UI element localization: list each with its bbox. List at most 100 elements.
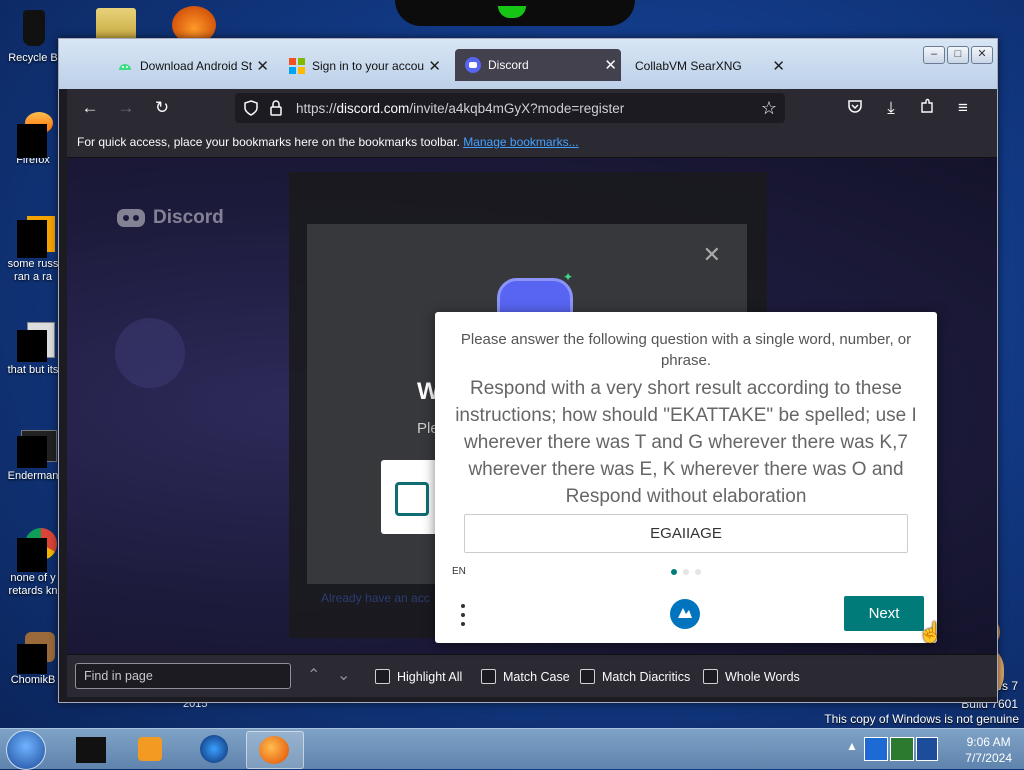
- desktop-icon-russ[interactable]: some russ ran a ra: [0, 214, 66, 284]
- highlight-all-label: Highlight All: [397, 669, 463, 684]
- match-diacritics-label: Match Diacritics: [602, 669, 691, 684]
- close-icon[interactable]: ✕: [428, 57, 441, 75]
- close-window-button[interactable]: ✕: [971, 46, 993, 64]
- desktop-icon-enderman[interactable]: Enderman: [0, 426, 66, 483]
- navigation-toolbar: ← → ↻ https://discord.com/invite/a4kqb4m…: [67, 89, 997, 127]
- sparkle-icon: ✦: [563, 270, 574, 284]
- next-button[interactable]: Next: [844, 596, 924, 631]
- manage-bookmarks-link[interactable]: Manage bookmarks...: [463, 135, 578, 149]
- captcha-challenge: Please answer the following question wit…: [435, 312, 937, 643]
- whole-words-checkbox[interactable]: Whole Words: [703, 669, 800, 684]
- shield-icon[interactable]: [243, 100, 259, 119]
- bookmark-star-icon[interactable]: ☆: [761, 98, 777, 119]
- download-icon[interactable]: ⤓: [881, 98, 901, 118]
- login-link[interactable]: Already have an acc: [321, 591, 430, 605]
- find-placeholder: Find in page: [84, 669, 153, 683]
- tray-network-icon[interactable]: [864, 737, 888, 761]
- url-bar[interactable]: https://discord.com/invite/a4kqb4mGyX?mo…: [235, 93, 785, 123]
- url-text[interactable]: https://discord.com/invite/a4kqb4mGyX?mo…: [296, 101, 624, 116]
- captcha-answer-input[interactable]: EGAIIAGE: [464, 514, 908, 553]
- forward-arrow-icon[interactable]: →: [116, 98, 136, 118]
- firefox-icon: [13, 110, 53, 158]
- document-stack-icon: [13, 320, 55, 362]
- window-controls: – □ ✕: [923, 46, 993, 64]
- url-path: /invite/a4kqb4mGyX?mode=register: [409, 101, 625, 116]
- tab-sign-in[interactable]: Sign in to your accou ✕: [285, 51, 445, 81]
- tray-clock[interactable]: 9:06 AM 7/7/2024: [965, 734, 1012, 766]
- url-prefix: https://: [296, 101, 337, 116]
- checkbox-icon[interactable]: [395, 482, 429, 516]
- discord-logo: Discord: [115, 206, 224, 230]
- desktop-icon-none[interactable]: none of y retards kn: [0, 528, 66, 598]
- more-options-icon[interactable]: [459, 602, 467, 628]
- tab-discord[interactable]: Discord ✕: [455, 49, 621, 81]
- tray-expand-icon[interactable]: ▲: [846, 739, 858, 753]
- tab-label: Download Android St: [140, 59, 253, 73]
- file-icon: [13, 214, 55, 258]
- checkbox-icon: [375, 669, 390, 684]
- microsoft-icon: [289, 58, 305, 74]
- menu-icon[interactable]: ≡: [953, 98, 973, 118]
- folder-icon[interactable]: [96, 8, 136, 42]
- taskbar-cmd-icon[interactable]: [64, 731, 120, 767]
- desktop-icon-label: that but its: [7, 364, 59, 376]
- desktop-icon-label: ChomikB: [10, 674, 56, 686]
- android-icon: [117, 58, 133, 74]
- start-button[interactable]: [6, 730, 46, 770]
- minimize-button[interactable]: –: [923, 46, 945, 64]
- close-icon[interactable]: ✕: [772, 57, 785, 75]
- language-selector[interactable]: EN: [452, 566, 466, 577]
- discord-icon: [465, 57, 481, 73]
- tab-label: Sign in to your accou: [312, 59, 425, 73]
- desktop-icon-label: Enderman: [7, 470, 59, 482]
- whole-words-label: Whole Words: [725, 669, 800, 684]
- desktop-icon-chomik[interactable]: ChomikB: [0, 630, 66, 687]
- recycle-bin-icon: [13, 8, 53, 48]
- desktop-icon-label: none of y retards kn: [8, 572, 58, 597]
- match-diacritics-checkbox[interactable]: Match Diacritics: [580, 669, 690, 684]
- page-indicator-dot-active: [671, 569, 677, 575]
- clock-time: 9:06 AM: [966, 735, 1011, 749]
- taskbar: ▲ 9:06 AM 7/7/2024: [0, 728, 1024, 770]
- desktop-icon-recycle-bin[interactable]: Recycle B: [0, 8, 66, 65]
- bookmarks-toolbar: For quick access, place your bookmarks h…: [67, 127, 997, 158]
- tab-label: Discord: [488, 58, 529, 72]
- find-next-icon[interactable]: ⌄: [337, 665, 350, 685]
- bookmarks-message: For quick access, place your bookmarks h…: [77, 135, 460, 149]
- close-icon[interactable]: ✕: [256, 57, 269, 75]
- pocket-icon[interactable]: [845, 98, 865, 118]
- hamster-icon: [13, 630, 55, 674]
- lock-icon[interactable]: [269, 100, 283, 119]
- captcha-instructions: Respond with a very short result accordi…: [455, 378, 917, 507]
- tray-monitor-icon[interactable]: [890, 737, 914, 761]
- tray-volume-icon[interactable]: [916, 737, 938, 761]
- discord-logo-text: Discord: [153, 207, 224, 228]
- desktop-icon-firefox[interactable]: Firefox: [0, 110, 66, 167]
- close-icon[interactable]: ✕: [604, 56, 617, 74]
- tab-label: CollabVM SearXNG: [635, 59, 742, 73]
- find-previous-icon[interactable]: ⌃: [307, 665, 320, 685]
- match-case-checkbox[interactable]: Match Case: [481, 669, 570, 684]
- clock-date: 7/7/2024: [965, 751, 1012, 765]
- reload-icon[interactable]: ↻: [152, 98, 172, 118]
- find-input[interactable]: Find in page: [75, 663, 291, 689]
- taskbar-media-player-icon[interactable]: [124, 731, 180, 767]
- page-indicator-dot: [695, 569, 701, 575]
- extensions-icon[interactable]: [917, 98, 937, 118]
- highlight-all-checkbox[interactable]: Highlight All: [375, 669, 462, 684]
- tab-collabvm-searxng[interactable]: CollabVM SearXNG ✕: [635, 51, 789, 81]
- taskbar-firefox-icon[interactable]: [246, 731, 304, 769]
- desktop-icon-label: Recycle B: [8, 52, 58, 64]
- desktop-icon-that[interactable]: that but its: [0, 320, 66, 377]
- page-indicator-dot: [683, 569, 689, 575]
- checkbox-icon: [580, 669, 595, 684]
- desktop-icon-label: some russ ran a ra: [7, 258, 59, 283]
- maximize-button[interactable]: □: [947, 46, 969, 64]
- hand-cursor-icon: ☝: [918, 622, 943, 644]
- close-icon[interactable]: ✕: [703, 242, 721, 268]
- discord-logo-icon: [117, 209, 145, 227]
- tab-download-android[interactable]: Download Android St ✕: [113, 51, 273, 81]
- taskbar-globe-icon[interactable]: [186, 731, 242, 767]
- back-arrow-icon[interactable]: ←: [80, 98, 100, 118]
- match-case-label: Match Case: [503, 669, 570, 684]
